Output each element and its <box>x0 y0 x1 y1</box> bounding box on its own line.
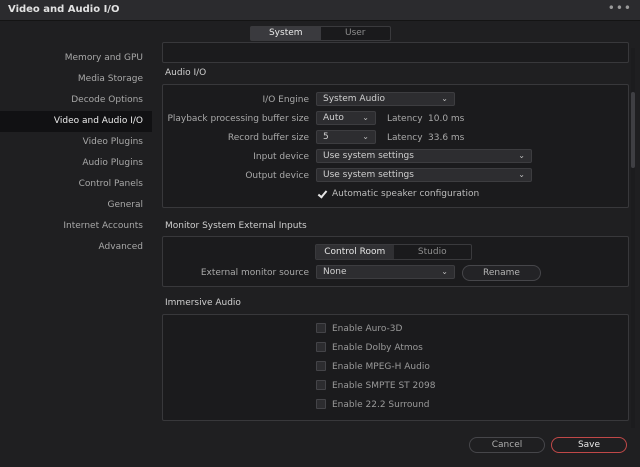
monitor-tabs: Control Room Studio <box>315 244 472 260</box>
immersive-title: Immersive Audio <box>165 298 241 308</box>
record-buffer-label: Record buffer size <box>227 133 309 143</box>
sidebar-item-media-storage[interactable]: Media Storage <box>0 69 152 90</box>
rename-button[interactable]: Rename <box>462 265 541 281</box>
auto-speaker-checkbox[interactable] <box>316 188 326 198</box>
input-device-label: Input device <box>253 152 309 162</box>
playback-buffer-value: Auto <box>323 113 344 123</box>
external-source-value: None <box>323 267 347 277</box>
mpeg-h-label: Enable MPEG-H Audio <box>332 362 430 372</box>
scope-tabs: System User <box>250 26 391 41</box>
record-latency-label: Latency <box>387 133 423 143</box>
scrollbar-thumb[interactable] <box>631 92 635 168</box>
output-device-value: Use system settings <box>323 170 414 180</box>
io-engine-dropdown[interactable]: System Audio ⌄ <box>316 92 455 106</box>
sidebar-item-internet-accounts[interactable]: Internet Accounts <box>0 216 152 237</box>
sidebar-item-audio-plugins[interactable]: Audio Plugins <box>0 153 152 174</box>
io-engine-value: System Audio <box>323 94 386 104</box>
playback-buffer-dropdown[interactable]: Auto ⌄ <box>316 111 376 125</box>
sidebar-item-decode-options[interactable]: Decode Options <box>0 90 152 111</box>
cancel-button[interactable]: Cancel <box>469 437 545 453</box>
smpte-checkbox[interactable] <box>316 380 326 390</box>
chevron-down-icon: ⌄ <box>362 113 369 122</box>
previous-section-panel <box>162 42 629 63</box>
external-source-label: External monitor source <box>200 268 309 278</box>
audio-io-title: Audio I/O <box>165 68 207 78</box>
sidebar-item-video-and-audio-io[interactable]: Video and Audio I/O <box>0 111 152 132</box>
auro-3d-label: Enable Auro-3D <box>332 324 403 334</box>
tab-user[interactable]: User <box>321 27 391 40</box>
monitor-title: Monitor System External Inputs <box>165 221 307 231</box>
output-device-dropdown[interactable]: Use system settings ⌄ <box>316 168 532 182</box>
tab-control-room[interactable]: Control Room <box>316 245 394 259</box>
playback-latency-value: 10.0 ms <box>428 114 465 124</box>
input-device-dropdown[interactable]: Use system settings ⌄ <box>316 149 532 163</box>
sidebar-item-advanced[interactable]: Advanced <box>0 237 152 258</box>
sidebar-item-video-plugins[interactable]: Video Plugins <box>0 132 152 153</box>
sidebar-item-general[interactable]: General <box>0 195 152 216</box>
output-device-label: Output device <box>245 171 309 181</box>
dolby-atmos-checkbox[interactable] <box>316 342 326 352</box>
input-device-value: Use system settings <box>323 151 414 161</box>
tab-system[interactable]: System <box>251 27 321 40</box>
surround-22-2-label: Enable 22.2 Surround <box>332 400 430 410</box>
more-dots-icon[interactable]: ••• <box>608 1 632 15</box>
external-source-dropdown[interactable]: None ⌄ <box>316 265 455 279</box>
sidebar: Memory and GPU Media Storage Decode Opti… <box>0 48 152 258</box>
io-engine-label: I/O Engine <box>262 95 309 105</box>
record-buffer-dropdown[interactable]: 5 ⌄ <box>316 130 376 144</box>
tab-studio[interactable]: Studio <box>394 245 472 259</box>
title-bar: Video and Audio I/O ••• <box>0 0 640 21</box>
smpte-label: Enable SMPTE ST 2098 <box>332 381 436 391</box>
chevron-down-icon: ⌄ <box>441 94 448 103</box>
playback-buffer-label: Playback processing buffer size <box>167 114 309 124</box>
chevron-down-icon: ⌄ <box>441 267 448 276</box>
sidebar-item-control-panels[interactable]: Control Panels <box>0 174 152 195</box>
dolby-atmos-label: Enable Dolby Atmos <box>332 343 423 353</box>
save-button[interactable]: Save <box>551 437 627 453</box>
record-latency-value: 33.6 ms <box>428 133 465 143</box>
chevron-down-icon: ⌄ <box>362 132 369 141</box>
auto-speaker-label: Automatic speaker configuration <box>332 189 480 199</box>
auro-3d-checkbox[interactable] <box>316 323 326 333</box>
playback-latency-label: Latency <box>387 114 423 124</box>
chevron-down-icon: ⌄ <box>518 151 525 160</box>
window-title: Video and Audio I/O <box>8 4 120 15</box>
chevron-down-icon: ⌄ <box>518 170 525 179</box>
record-buffer-value: 5 <box>323 132 329 142</box>
sidebar-item-memory-and-gpu[interactable]: Memory and GPU <box>0 48 152 69</box>
mpeg-h-checkbox[interactable] <box>316 361 326 371</box>
surround-22-2-checkbox[interactable] <box>316 399 326 409</box>
